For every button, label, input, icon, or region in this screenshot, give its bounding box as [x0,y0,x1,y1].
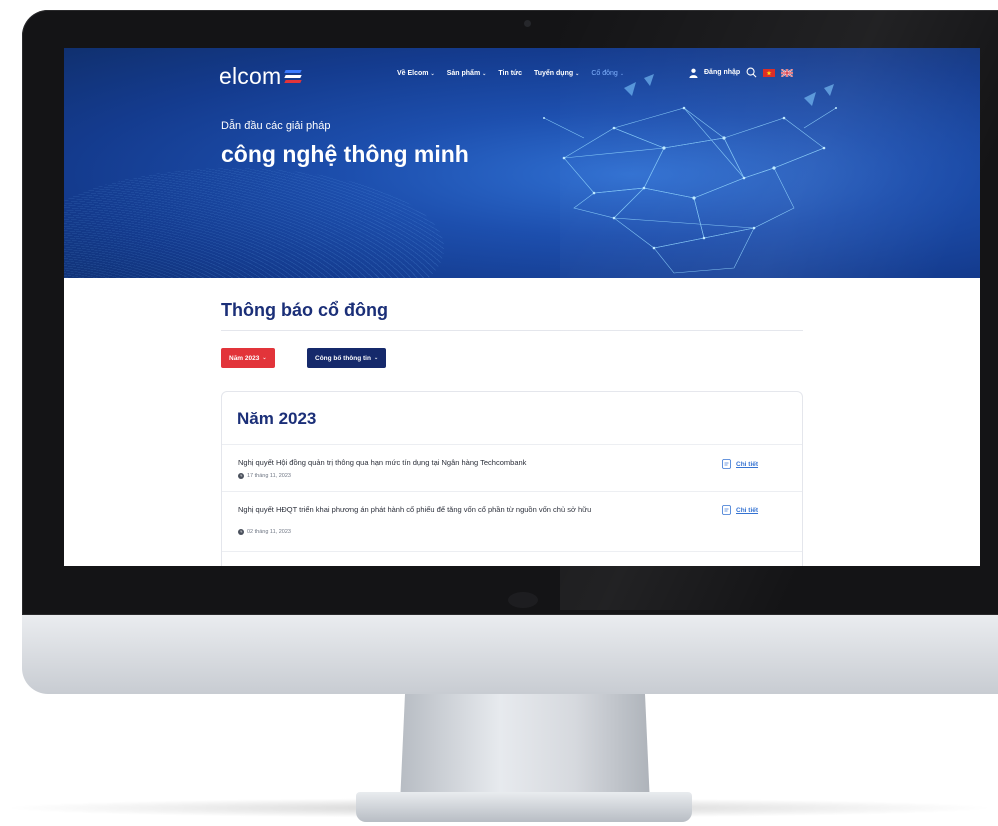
hero-headline: công nghệ thông minh [221,141,469,167]
nav-actions: Đăng nhập [689,67,794,78]
menu-item-label: Tuyển dụng [533,70,574,77]
main-content: Thông báo cổ đông Năm 2023 ⌄ Công bố thô… [64,278,980,566]
announcement-date: 02 tháng 11, 2023 [238,529,291,535]
chevron-down-icon: ⌄ [262,355,267,361]
monitor-chin [22,610,998,694]
monitor-stand-base [356,792,692,822]
logo-text: elcom [219,63,282,89]
year-filter-label: Năm 2023 [229,354,260,362]
divider [222,444,802,445]
chevron-down-icon: ⌄ [482,70,487,77]
divider [221,330,803,331]
menu-item-label: Về Elcom [397,70,429,77]
document-icon [722,505,731,515]
search-icon[interactable] [746,67,757,78]
monitor-mockup: elcom Về Elcom ⌄ Sản phẩm ⌄ Tin tức Tuyể… [0,0,998,826]
detail-link[interactable]: Chi tiết [722,505,758,515]
divider [222,551,802,552]
detail-link[interactable]: Chi tiết [722,459,758,469]
divider [222,491,802,492]
monitor-logo [508,592,538,608]
announcement-title[interactable]: Nghị quyết Hội đồng quản trị thông qua h… [238,458,708,468]
chevron-down-icon: ⌄ [373,355,379,361]
elcom-logo[interactable]: elcom [219,63,303,89]
uk-flag-icon[interactable] [781,68,794,77]
clock-icon [238,529,244,535]
top-navigation: elcom Về Elcom ⌄ Sản phẩm ⌄ Tin tức Tuyể… [219,63,859,89]
document-icon [722,459,731,469]
menu-item-label: Tin tức [498,70,522,77]
camera-icon [524,20,531,27]
card-title: Năm 2023 [237,409,317,428]
login-link[interactable]: Đăng nhập [704,69,740,76]
clock-icon [238,473,244,479]
vietnam-flag-icon[interactable] [763,68,776,77]
menu-item-products[interactable]: Sản phẩm ⌄ [447,70,487,77]
chevron-down-icon: ⌄ [430,70,435,77]
menu-item-shareholders[interactable]: Cổ đông ⌄ [591,70,624,77]
hero-banner: elcom Về Elcom ⌄ Sản phẩm ⌄ Tin tức Tuyể… [64,48,980,278]
main-menu: Về Elcom ⌄ Sản phẩm ⌄ Tin tức Tuyển dụng… [397,70,624,77]
date-text: 02 tháng 11, 2023 [247,529,291,535]
page-title: Thông báo cổ đông [221,300,388,320]
menu-item-news[interactable]: Tin tức [498,70,522,77]
logo-mark-icon [284,69,303,83]
announcement-title[interactable]: Nghị quyết HĐQT triển khai phương án phá… [238,505,708,515]
menu-item-label: Cổ đông [591,70,618,77]
menu-item-careers[interactable]: Tuyển dụng ⌄ [534,70,579,77]
year-filter-dropdown[interactable]: Năm 2023 ⌄ [221,348,275,368]
announcement-card: Năm 2023 Nghị quyết Hội đồng quản trị th… [221,391,803,566]
date-text: 17 tháng 11, 2023 [247,473,291,479]
detail-link-label: Chi tiết [736,506,759,514]
monitor-stand-neck [400,694,650,804]
user-icon [689,68,698,78]
type-filter-label: Công bố thông tin [315,354,371,362]
handshake-illustration [543,74,837,274]
screen: elcom Về Elcom ⌄ Sản phẩm ⌄ Tin tức Tuyể… [64,48,980,566]
hero-wave-pattern [64,168,444,278]
menu-item-label: Sản phẩm [446,70,481,77]
chevron-down-icon: ⌄ [619,70,625,77]
chevron-down-icon: ⌄ [575,70,580,77]
type-filter-dropdown[interactable]: Công bố thông tin ⌄ [307,348,387,368]
announcement-date: 17 tháng 11, 2023 [238,473,291,479]
detail-link-label: Chi tiết [736,460,759,468]
hero-tagline: Dẫn đầu các giải pháp [221,120,331,132]
menu-item-about[interactable]: Về Elcom ⌄ [397,70,435,77]
